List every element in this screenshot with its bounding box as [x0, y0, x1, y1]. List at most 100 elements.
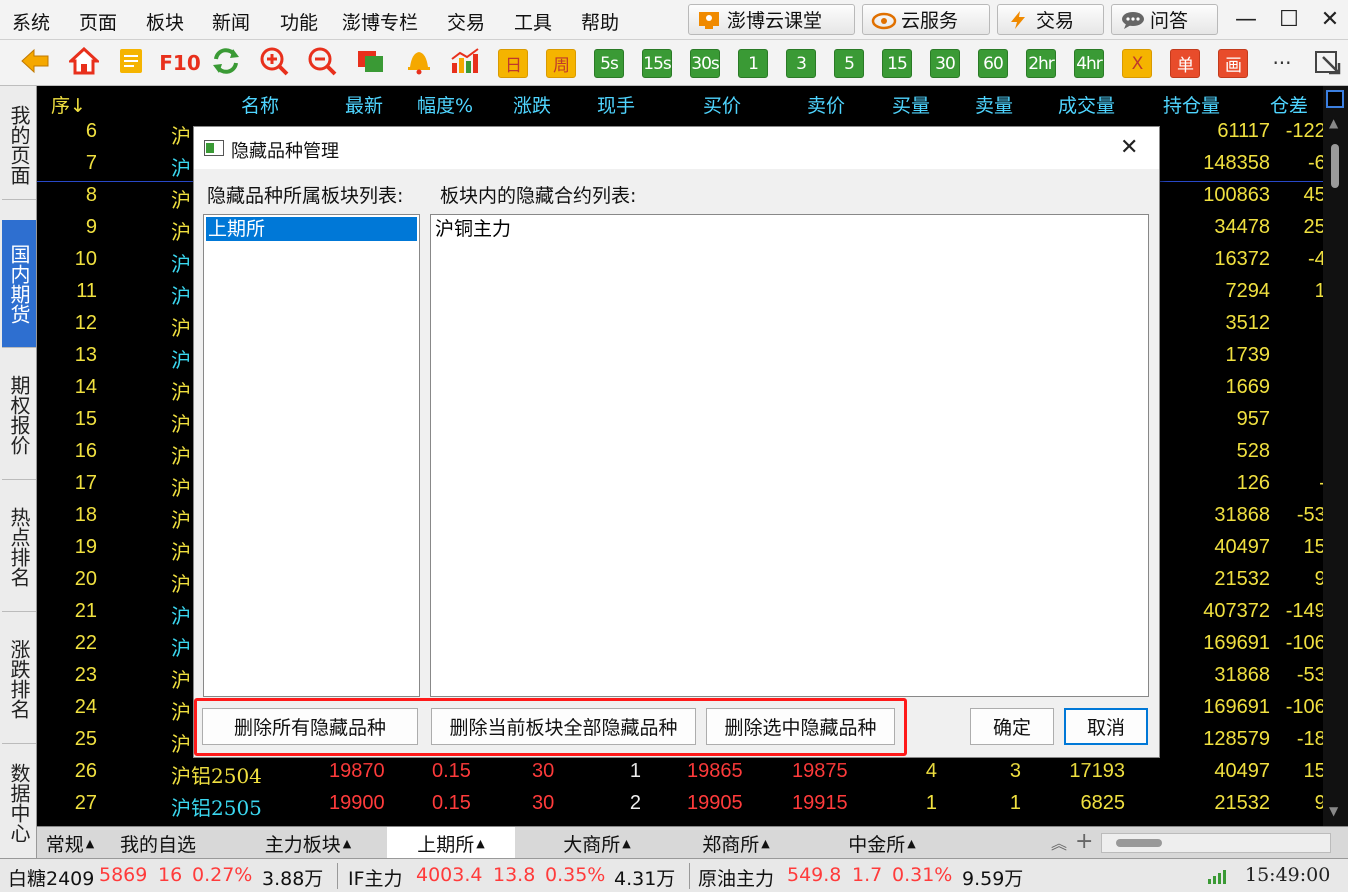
- collapse-tabs-icon[interactable]: ︽: [1051, 830, 1067, 854]
- table-row[interactable]: 26 沪铝2504 19870 0.15 30 1 19865 19875 4 3 17193 404…: [37, 757, 1348, 789]
- classroom-button[interactable]: 澎博云课堂: [688, 4, 855, 35]
- period-week[interactable]: 周: [546, 49, 576, 78]
- period-2hr[interactable]: 2hr: [1026, 49, 1056, 78]
- period-30m[interactable]: 30: [930, 49, 960, 78]
- refresh-button[interactable]: [211, 48, 241, 78]
- header-ask[interactable]: 卖价: [807, 91, 845, 118]
- header-hold-diff[interactable]: 仓差: [1270, 91, 1308, 118]
- contract-list-item[interactable]: 沪铜主力: [433, 217, 733, 241]
- vertical-scrollbar[interactable]: ▲ ▼: [1323, 86, 1348, 826]
- period-15m[interactable]: 15: [882, 49, 912, 78]
- tab-shfe[interactable]: 上期所 ▲: [387, 827, 515, 859]
- cloud-service-button[interactable]: 云服务: [862, 4, 990, 35]
- period-1m[interactable]: 1: [738, 49, 768, 78]
- more-button[interactable]: ···: [1267, 48, 1297, 78]
- board-listbox[interactable]: 上期所: [203, 214, 420, 697]
- back-button[interactable]: [20, 48, 50, 78]
- horizontal-scrollbar[interactable]: [1101, 833, 1331, 853]
- delete-all-hidden-button[interactable]: 删除所有隐藏品种: [202, 708, 418, 745]
- menu-pengbo-column[interactable]: 澎博专栏: [342, 8, 418, 35]
- status-if-volume: 4.31万: [614, 868, 676, 890]
- tab-cffex[interactable]: 中金所 ▲: [817, 827, 947, 859]
- header-change[interactable]: 涨跌: [513, 91, 551, 118]
- period-x[interactable]: X: [1122, 49, 1152, 78]
- period-5s[interactable]: 5s: [594, 49, 624, 78]
- menu-board[interactable]: 板块: [146, 8, 184, 35]
- board-tabs: 常规 ▲ 我的自选 主力板块 ▲ 上期所 ▲ 大商所 ▲ 郑商所 ▲ 中金所 ▲ ︽ +: [37, 826, 1348, 859]
- zoom-out-button[interactable]: [307, 47, 337, 78]
- dialog-close-button[interactable]: ✕: [1120, 135, 1138, 160]
- f10-button[interactable]: F10: [159, 48, 201, 78]
- delete-board-hidden-button[interactable]: 删除当前板块全部隐藏品种: [431, 708, 696, 745]
- tab-main-board[interactable]: 主力板块 ▲: [247, 827, 369, 859]
- period-15s[interactable]: 15s: [642, 49, 672, 78]
- header-vol-now[interactable]: 现手: [597, 91, 635, 118]
- contract-listbox[interactable]: 沪铜主力: [430, 214, 1149, 697]
- header-bid[interactable]: 买价: [703, 91, 741, 118]
- period-60m[interactable]: 60: [978, 49, 1008, 78]
- status-sugar-name[interactable]: 白糖2409: [8, 864, 94, 891]
- header-last[interactable]: 最新: [345, 91, 383, 118]
- menu-function[interactable]: 功能: [280, 8, 318, 35]
- sidebar-tab-my-page[interactable]: 我的页面: [2, 90, 36, 200]
- alert-button[interactable]: [404, 48, 434, 78]
- row-seq: 27: [74, 792, 97, 814]
- sidebar-tab-change-rank[interactable]: 涨跌排名: [2, 614, 36, 744]
- sidebar-tab-domestic-futures[interactable]: 国内期货: [2, 220, 36, 348]
- sidebar-tab-options[interactable]: 期权报价: [2, 350, 36, 480]
- period-30s[interactable]: 30s: [690, 49, 720, 78]
- header-hold[interactable]: 持仓量: [1163, 91, 1220, 118]
- qa-button[interactable]: 问答: [1111, 4, 1218, 35]
- tab-czce[interactable]: 郑商所 ▲: [673, 827, 799, 859]
- table-row[interactable]: 27 沪铝2505 19900 0.15 30 2 19905 19915 1 1 6825 2153…: [37, 789, 1348, 821]
- trade-button[interactable]: 交易: [997, 4, 1104, 35]
- scroll-up-icon[interactable]: ▲: [1329, 116, 1338, 130]
- caret-up-icon: ▲: [622, 836, 631, 850]
- add-tab-icon[interactable]: +: [1075, 829, 1093, 854]
- status-crude-name[interactable]: 原油主力: [698, 864, 774, 891]
- zoom-in-button[interactable]: [259, 47, 289, 78]
- order-button[interactable]: 单: [1170, 49, 1200, 78]
- menu-tools[interactable]: 工具: [514, 8, 552, 35]
- header-seq[interactable]: 序↓: [51, 91, 86, 118]
- sidebar-tab-hot-rank[interactable]: 热点排名: [2, 482, 36, 612]
- header-pct[interactable]: 幅度%: [417, 91, 473, 118]
- tab-my-watchlist[interactable]: 我的自选: [103, 827, 213, 859]
- menu-system[interactable]: 系统: [12, 8, 50, 35]
- scroll-down-icon[interactable]: ▼: [1329, 804, 1338, 818]
- board-list-item[interactable]: 上期所: [206, 217, 417, 241]
- chart-button[interactable]: [450, 48, 480, 78]
- menu-help[interactable]: 帮助: [581, 8, 619, 35]
- header-name[interactable]: 名称: [241, 91, 279, 118]
- period-day[interactable]: 日: [498, 49, 528, 78]
- sidebar-tab-data-center[interactable]: 数据中心: [2, 746, 36, 860]
- menu-news[interactable]: 新闻: [212, 8, 250, 35]
- menu-trade[interactable]: 交易: [447, 8, 485, 35]
- minimize-button[interactable]: —: [1229, 4, 1263, 34]
- dialog-title-bar[interactable]: 隐藏品种管理 ✕: [194, 127, 1159, 169]
- window-button[interactable]: [356, 48, 386, 78]
- period-5m[interactable]: 5: [834, 49, 864, 78]
- horizontal-scroll-thumb[interactable]: [1116, 839, 1162, 847]
- scroll-thumb[interactable]: [1331, 144, 1339, 188]
- status-if-name[interactable]: IF主力: [348, 864, 403, 891]
- draw-button[interactable]: 画: [1218, 49, 1248, 78]
- notes-button[interactable]: [116, 48, 146, 78]
- header-ask-vol[interactable]: 卖量: [975, 91, 1013, 118]
- home-button[interactable]: [67, 46, 101, 78]
- ok-button[interactable]: 确定: [970, 708, 1054, 745]
- header-volume[interactable]: 成交量: [1058, 91, 1115, 118]
- exit-button[interactable]: [1312, 48, 1342, 78]
- tab-dce[interactable]: 大商所 ▲: [537, 827, 657, 859]
- column-settings-icon[interactable]: [1326, 90, 1344, 108]
- maximize-button[interactable]: ☐: [1272, 4, 1306, 34]
- delete-selected-hidden-button[interactable]: 删除选中隐藏品种: [706, 708, 895, 745]
- period-4hr[interactable]: 4hr: [1074, 49, 1104, 78]
- period-3m[interactable]: 3: [786, 49, 816, 78]
- row-seq: 12: [74, 312, 97, 334]
- tab-normal[interactable]: 常规 ▲: [37, 827, 103, 859]
- cancel-button[interactable]: 取消: [1064, 708, 1148, 745]
- menu-page[interactable]: 页面: [79, 8, 117, 35]
- close-button[interactable]: ✕: [1313, 4, 1347, 34]
- header-bid-vol[interactable]: 买量: [892, 91, 930, 118]
